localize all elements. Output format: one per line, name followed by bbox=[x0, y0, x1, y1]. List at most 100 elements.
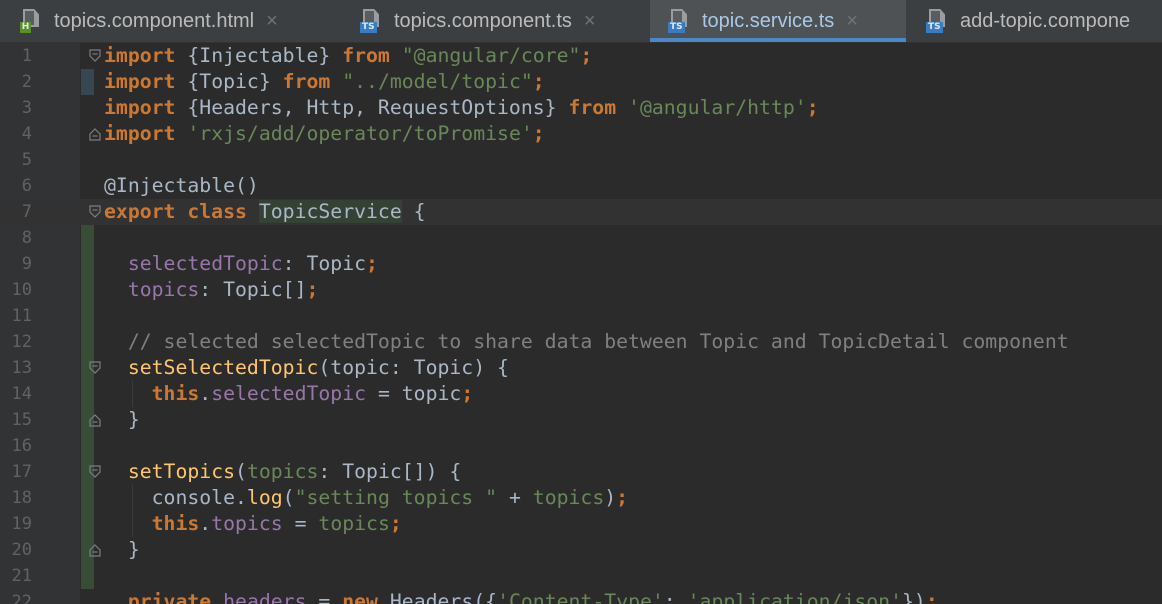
code-line[interactable]: 14 this.selectedTopic = topic; bbox=[0, 381, 1162, 407]
fold-open-icon[interactable] bbox=[89, 49, 101, 63]
code-token: Headers({ bbox=[377, 590, 498, 604]
code-token: headers bbox=[223, 590, 307, 604]
code-token: "../model/topic" bbox=[342, 70, 533, 93]
code-token: : Topic bbox=[282, 252, 367, 275]
code-line[interactable]: 12 // selected selectedTopic to share da… bbox=[0, 329, 1162, 355]
code-token: import bbox=[104, 96, 176, 119]
code-token: selectedTopic bbox=[127, 252, 283, 275]
code-token: private bbox=[127, 590, 212, 604]
line-number: 13 bbox=[11, 358, 32, 378]
code-token: ; bbox=[532, 70, 545, 93]
line-number: 6 bbox=[21, 176, 32, 196]
tab-label: add-topic.compone bbox=[960, 9, 1131, 32]
code-line[interactable]: 3 import {Headers, Http, RequestOptions} … bbox=[0, 95, 1162, 121]
tab-topics-component-html[interactable]: H topics.component.html × bbox=[0, 0, 346, 42]
editor-tab-bar: H topics.component.html × TS topics.comp… bbox=[0, 0, 1162, 43]
code-line[interactable]: 17 setTopics(topics: Topic[]) { bbox=[0, 459, 1162, 485]
code-editor[interactable]: 1 import {Injectable} from "@angular/core… bbox=[0, 43, 1162, 604]
ide-window: H topics.component.html × TS topics.comp… bbox=[0, 0, 1162, 604]
line-number: 15 bbox=[11, 410, 32, 430]
line-number: 5 bbox=[21, 150, 32, 170]
code-line[interactable]: 20 } bbox=[0, 537, 1162, 563]
code-token: }) bbox=[902, 590, 926, 604]
line-number: 17 bbox=[11, 462, 32, 482]
code-token: ; bbox=[389, 512, 402, 535]
code-token: { bbox=[401, 200, 426, 223]
code-token: '@angular/http' bbox=[628, 96, 807, 119]
code-token: topics bbox=[246, 460, 319, 483]
fold-end-icon[interactable] bbox=[89, 413, 101, 427]
code-line[interactable]: 21 bbox=[0, 563, 1162, 589]
code-token: import bbox=[104, 122, 176, 145]
code-line[interactable]: 6 @Injectable() bbox=[0, 173, 1162, 199]
code-line[interactable]: 10 topics: Topic[]; bbox=[0, 277, 1162, 303]
line-number: 22 bbox=[11, 592, 32, 604]
code-line[interactable]: 16 bbox=[0, 433, 1162, 459]
code-line[interactable]: 9 selectedTopic: Topic; bbox=[0, 251, 1162, 277]
code-token: topics bbox=[127, 278, 200, 301]
code-text: private headers = new Headers({'Content-… bbox=[104, 589, 938, 604]
code-token: {Headers, Http, RequestOptions} bbox=[175, 96, 569, 119]
code-token: (topic: Topic) { bbox=[318, 356, 509, 379]
line-number: 4 bbox=[21, 124, 32, 144]
fold-end-icon[interactable] bbox=[89, 127, 101, 141]
code-text: // selected selectedTopic to share data … bbox=[104, 329, 1069, 355]
code-line[interactable]: 13 setSelectedTopic(topic: Topic) { bbox=[0, 355, 1162, 381]
code-token: : bbox=[663, 590, 688, 604]
code-token: ; bbox=[306, 278, 319, 301]
close-icon[interactable]: × bbox=[584, 11, 596, 31]
code-line[interactable]: 18 console.log("setting topics " + topic… bbox=[0, 485, 1162, 511]
code-token: log bbox=[246, 486, 283, 509]
code-line[interactable]: 1 import {Injectable} from "@angular/core… bbox=[0, 43, 1162, 69]
code-token: setSelectedTopic bbox=[127, 356, 319, 379]
code-token: topics bbox=[211, 512, 283, 535]
code-line[interactable]: 2 import {Topic} from "../model/topic"; bbox=[0, 69, 1162, 95]
code-line[interactable]: 19 this.topics = topics; bbox=[0, 511, 1162, 537]
code-line[interactable]: 4 import 'rxjs/add/operator/toPromise'; bbox=[0, 121, 1162, 147]
code-line[interactable]: 11 bbox=[0, 303, 1162, 329]
code-token: ; bbox=[925, 590, 938, 604]
line-number: 8 bbox=[21, 228, 32, 248]
fold-open-icon[interactable] bbox=[89, 205, 101, 219]
code-token: topics bbox=[318, 512, 390, 535]
code-token: this bbox=[151, 512, 200, 535]
code-token: 'application/json' bbox=[687, 590, 902, 604]
fold-open-icon[interactable] bbox=[89, 465, 101, 479]
tab-add-topic-component[interactable]: TS add-topic.compone bbox=[906, 0, 1162, 42]
code-token: = bbox=[282, 512, 319, 535]
close-icon[interactable]: × bbox=[266, 11, 278, 31]
code-token: console. bbox=[104, 486, 247, 509]
close-icon[interactable]: × bbox=[846, 11, 858, 31]
code-token: {Injectable} bbox=[175, 44, 343, 67]
code-token: ; bbox=[461, 382, 474, 405]
code-token: ; bbox=[616, 486, 629, 509]
code-text: topics: Topic[]; bbox=[104, 277, 319, 303]
fold-open-icon[interactable] bbox=[89, 361, 101, 375]
code-text: } bbox=[104, 407, 140, 433]
tab-topics-component-ts[interactable]: TS topics.component.ts × bbox=[346, 0, 650, 42]
code-token: topics bbox=[532, 486, 605, 509]
code-line[interactable]: 8 bbox=[0, 225, 1162, 251]
code-line[interactable]: 22 private headers = new Headers({'Conte… bbox=[0, 589, 1162, 604]
code-line[interactable]: 5 bbox=[0, 147, 1162, 173]
code-token: "setting topics " bbox=[294, 486, 498, 509]
code-token: + bbox=[497, 486, 533, 509]
code-token: @Injectable() bbox=[104, 174, 259, 197]
line-number: 10 bbox=[11, 280, 32, 300]
fold-end-icon[interactable] bbox=[89, 543, 101, 557]
code-token: setTopics bbox=[127, 460, 236, 483]
ts-file-icon: TS bbox=[668, 9, 690, 33]
code-token: ; bbox=[366, 252, 378, 275]
code-token: export class bbox=[104, 200, 247, 223]
code-line[interactable]: 15 } bbox=[0, 407, 1162, 433]
code-line[interactable]: 7 export class TopicService { bbox=[0, 199, 1162, 225]
code-token: this bbox=[151, 382, 200, 405]
line-number: 7 bbox=[21, 202, 32, 222]
tab-topic-service-ts[interactable]: TS topic.service.ts × bbox=[650, 0, 906, 42]
